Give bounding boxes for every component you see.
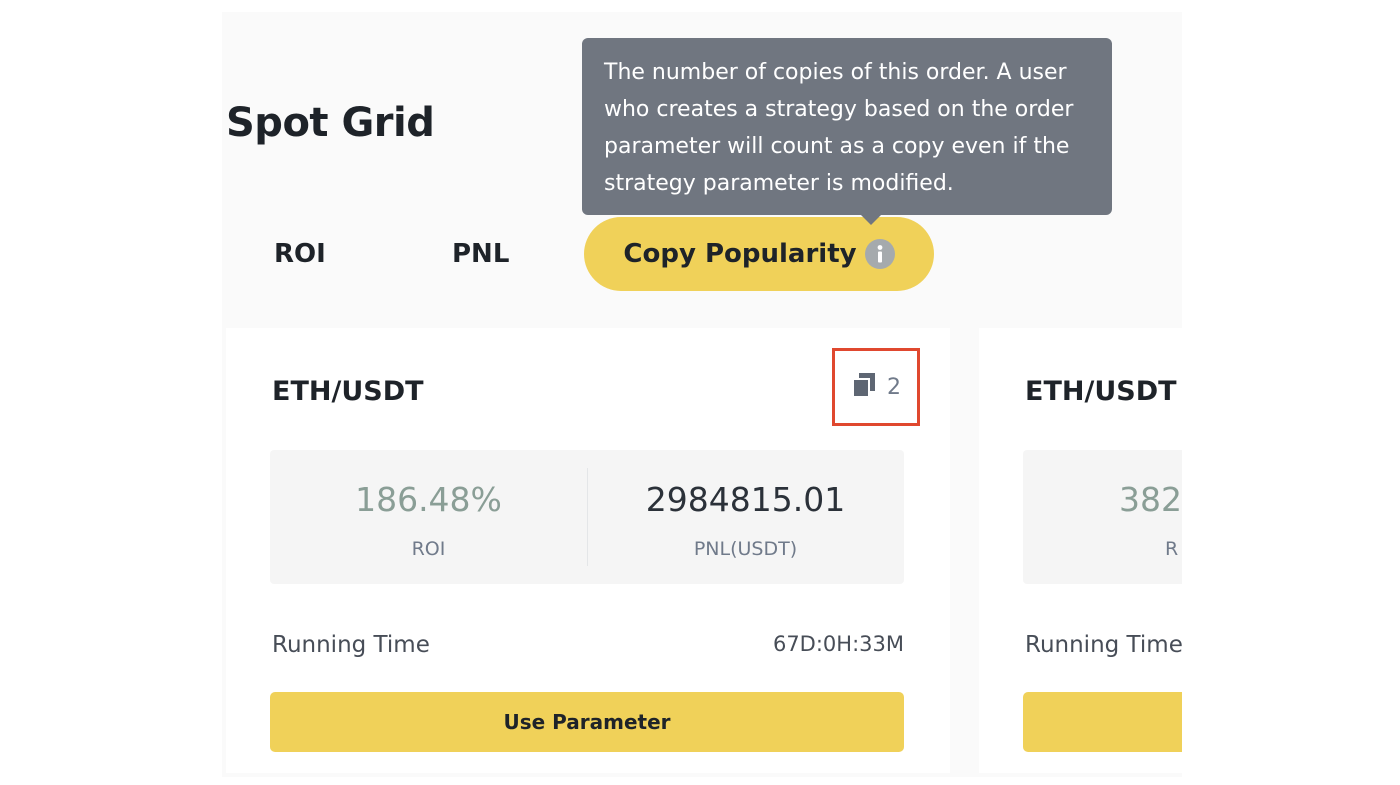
tab-pnl[interactable]: PNL (452, 217, 509, 291)
running-time-label: Running Time (1025, 632, 1182, 658)
page-title: Spot Grid (226, 100, 435, 146)
use-parameter-button[interactable]: Use Parameter (270, 692, 904, 752)
pnl-value: 2984815.01 (645, 480, 846, 519)
trading-pair: ETH/USDT (272, 376, 424, 407)
strategy-card[interactable]: ETH/USDT 382 R Running Time (979, 328, 1182, 773)
tab-roi[interactable]: ROI (274, 217, 326, 291)
copy-count: 2 (887, 374, 901, 400)
copies-icon (851, 372, 877, 402)
strategy-card[interactable]: ETH/USDT 2 186.48% ROI 2984815.01 PNL(US… (226, 328, 950, 773)
tooltip-line: strategy parameter is modified. (604, 171, 954, 196)
copy-count-highlight: 2 (832, 348, 920, 426)
tooltip-arrow (860, 214, 882, 225)
tooltip-line: who creates a strategy based on the orde… (604, 97, 1074, 122)
pnl-label: PNL(USDT) (693, 538, 798, 560)
pnl-stat: 2984815.01 PNL(USDT) (587, 450, 904, 584)
stats-box: 186.48% ROI 2984815.01 PNL(USDT) (270, 450, 904, 584)
roi-label: ROI (411, 538, 446, 560)
roi-stat: 186.48% ROI (270, 450, 587, 584)
running-time-value: 67D:0H:33M (772, 632, 904, 656)
tab-copy-popularity-label: Copy Popularity (623, 239, 857, 269)
roi-stat: 382 R (1023, 450, 1182, 584)
copy-popularity-tooltip: The number of copies of this order. A us… (582, 38, 1112, 225)
use-parameter-button[interactable] (1023, 692, 1182, 752)
tooltip-line: The number of copies of this order. A us… (604, 60, 1067, 85)
info-icon[interactable] (864, 239, 895, 269)
trading-pair: ETH/USDT (1025, 376, 1177, 407)
tab-copy-popularity[interactable]: Copy Popularity (584, 217, 934, 291)
running-time-label: Running Time (272, 632, 430, 658)
strategy-panel: Spot Grid ROI PNL Copy Popularity The nu… (222, 12, 1182, 777)
roi-value: 382 (1119, 480, 1182, 519)
roi-label: R (1165, 538, 1179, 560)
roi-value: 186.48% (355, 480, 502, 519)
stats-box: 382 R (1023, 450, 1182, 584)
tooltip-line: parameter will count as a copy even if t… (604, 134, 1070, 159)
